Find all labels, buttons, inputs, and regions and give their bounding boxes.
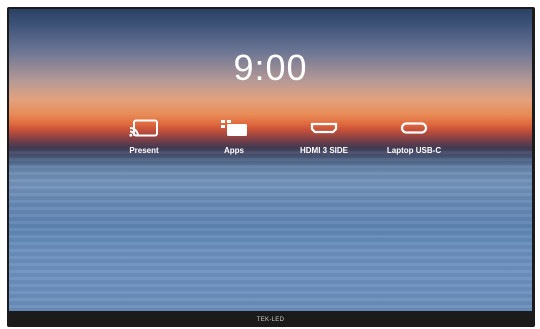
source-bar: Present Apps HDMI 3 SIDE Laptop USB-C	[9, 117, 532, 167]
home-screen: 9:00 Present Apps HDMI 3 SIDE Laptop USB…	[9, 9, 532, 311]
source-hdmi-3-side[interactable]: HDMI 3 SIDE	[279, 117, 369, 155]
hdmi-icon	[279, 117, 369, 139]
source-hdmi-label: HDMI 3 SIDE	[299, 146, 348, 155]
source-present-label: Present	[129, 146, 159, 155]
source-usb-c-label: Laptop USB-C	[386, 146, 442, 155]
source-present[interactable]: Present	[99, 117, 189, 155]
clock: 9:00	[233, 47, 308, 88]
cast-icon	[99, 117, 189, 139]
usb-c-icon	[369, 117, 459, 139]
apps-icon	[189, 117, 279, 139]
source-apps[interactable]: Apps	[189, 117, 279, 155]
brand-label: TEK-LED	[256, 317, 285, 323]
source-laptop-usb-c[interactable]: Laptop USB-C	[369, 117, 459, 155]
source-apps-label: Apps	[224, 146, 244, 155]
